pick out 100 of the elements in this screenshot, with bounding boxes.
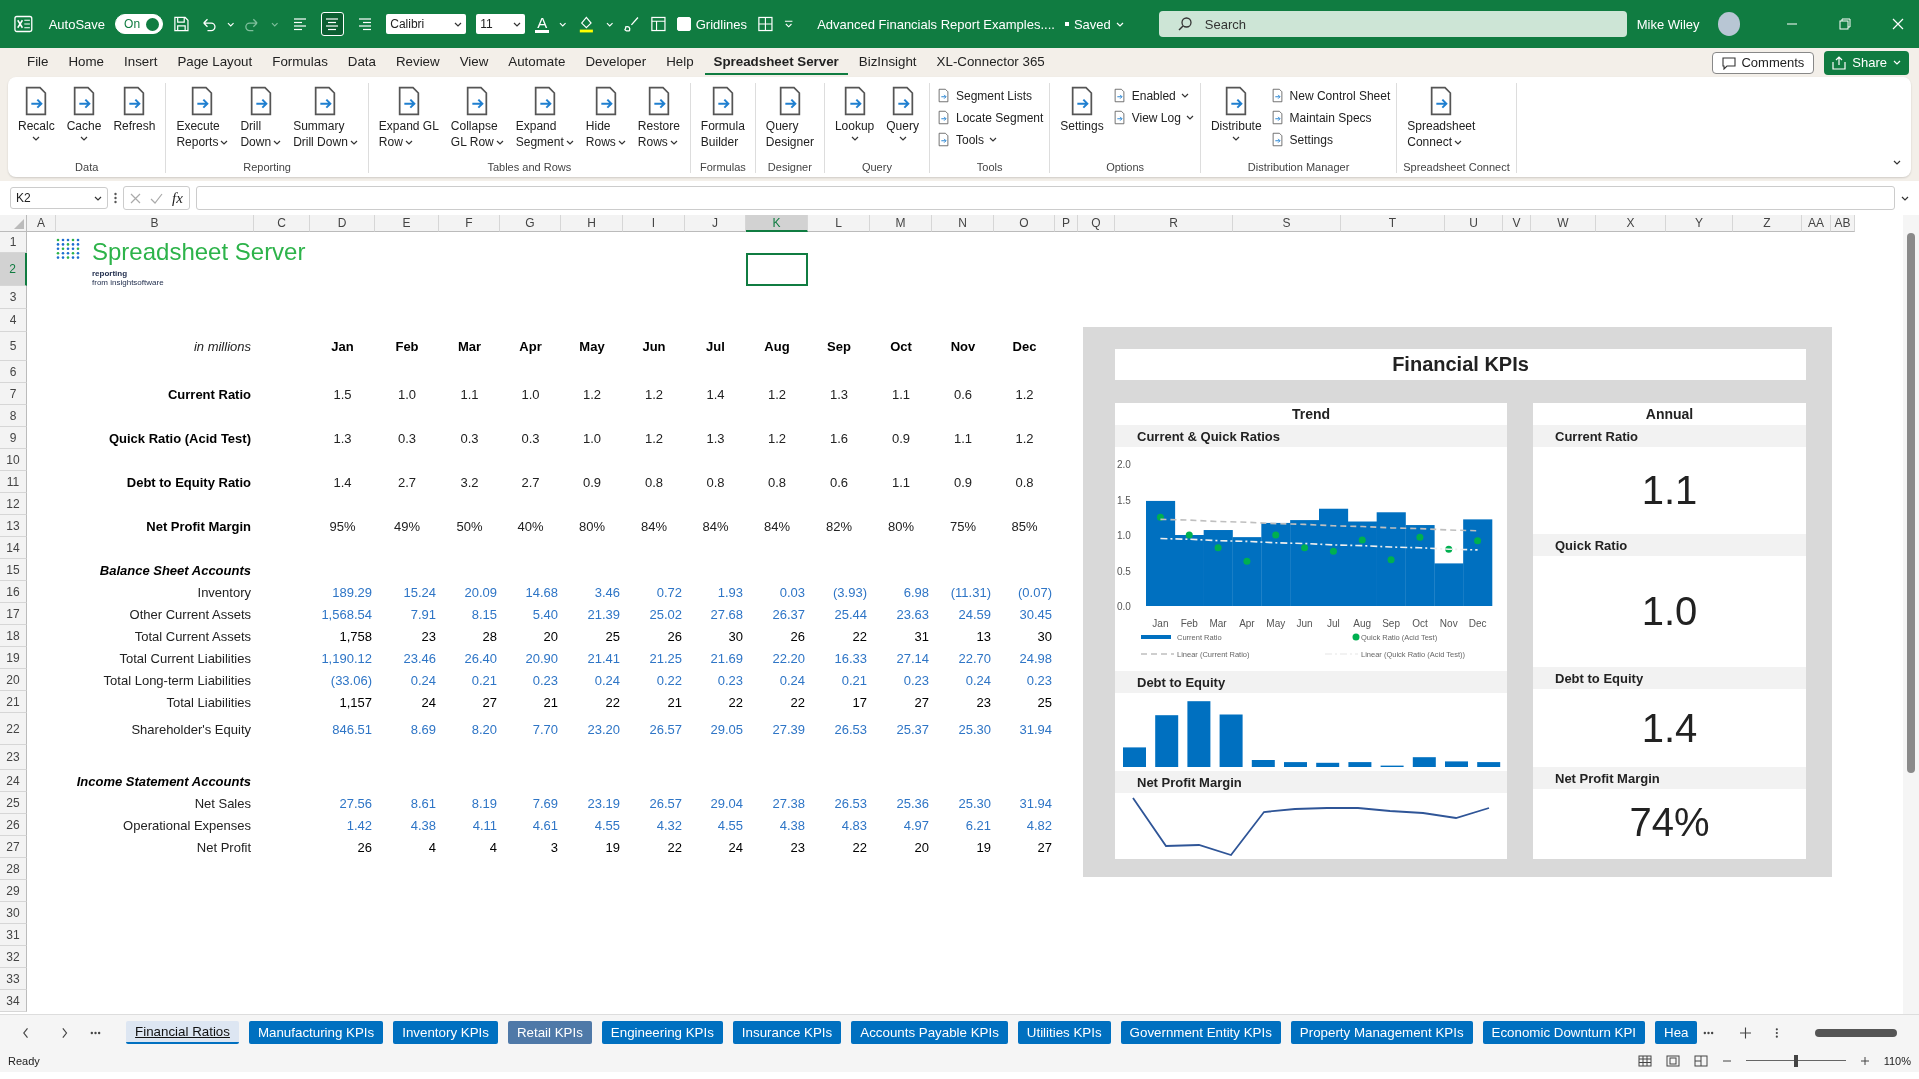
menu-tab[interactable]: Data bbox=[338, 50, 385, 75]
ribbon-button[interactable]: Maintain Specs bbox=[1269, 108, 1391, 127]
row-header[interactable]: 32 bbox=[0, 946, 27, 968]
column-header[interactable]: Q bbox=[1078, 215, 1115, 232]
column-header[interactable]: W bbox=[1531, 215, 1596, 232]
close-icon[interactable] bbox=[1891, 18, 1904, 30]
row-header[interactable]: 8 bbox=[0, 405, 27, 427]
zoom-in-icon[interactable] bbox=[1859, 1056, 1870, 1066]
row-header[interactable]: 10 bbox=[0, 449, 27, 471]
font-color-button[interactable]: A bbox=[535, 15, 550, 33]
borders-icon[interactable] bbox=[757, 15, 774, 33]
row-header[interactable]: 17 bbox=[0, 603, 27, 625]
row-header[interactable]: 9 bbox=[0, 427, 27, 449]
ribbon-button[interactable]: Formula Builder bbox=[696, 83, 749, 161]
formula-field[interactable] bbox=[195, 186, 1895, 210]
column-header[interactable]: V bbox=[1503, 215, 1531, 232]
table-icon[interactable] bbox=[649, 15, 667, 33]
column-header[interactable]: E bbox=[375, 215, 439, 232]
menu-tab[interactable]: Review bbox=[386, 50, 449, 75]
ribbon-button[interactable]: Hide Rows bbox=[581, 83, 630, 161]
column-header[interactable]: U bbox=[1445, 215, 1503, 232]
normal-view-icon[interactable] bbox=[1637, 1055, 1652, 1067]
sheet-tab[interactable]: Economic Downturn KPI bbox=[1482, 1021, 1645, 1044]
ribbon-button[interactable]: Drill Down bbox=[236, 83, 286, 161]
column-header[interactable]: K bbox=[746, 215, 808, 232]
column-header[interactable]: C bbox=[254, 215, 310, 232]
row-header[interactable]: 16 bbox=[0, 581, 27, 603]
ribbon-button[interactable]: Settings bbox=[1056, 83, 1108, 161]
ribbon-button[interactable]: Recalc bbox=[14, 83, 59, 161]
gridlines-checkbox[interactable] bbox=[676, 17, 691, 31]
column-header[interactable]: J bbox=[685, 215, 746, 232]
more-icon[interactable] bbox=[114, 192, 117, 204]
ribbon-button[interactable]: Distribute bbox=[1206, 83, 1266, 161]
row-header[interactable]: 6 bbox=[0, 361, 27, 383]
active-cell[interactable] bbox=[746, 253, 808, 286]
column-header[interactable]: Y bbox=[1666, 215, 1733, 232]
column-header[interactable]: X bbox=[1596, 215, 1666, 232]
ribbon-button[interactable]: Summary Drill Down bbox=[289, 83, 362, 161]
sheet-tab[interactable]: Manufacturing KPIs bbox=[248, 1021, 384, 1044]
column-header[interactable]: M bbox=[870, 215, 932, 232]
more-icon[interactable] bbox=[1775, 1026, 1780, 1039]
row-header[interactable]: 27 bbox=[0, 836, 27, 858]
row-header[interactable]: 24 bbox=[0, 770, 27, 792]
ribbon-button[interactable]: Execute Reports bbox=[172, 83, 233, 161]
font-size-field[interactable]: 11 bbox=[476, 14, 526, 34]
row-header[interactable]: 13 bbox=[0, 515, 27, 537]
ribbon-button[interactable]: Expand GL Row bbox=[374, 83, 443, 161]
row-header[interactable]: 23 bbox=[0, 745, 27, 770]
menu-tab[interactable]: Formulas bbox=[263, 50, 337, 75]
row-header[interactable]: 30 bbox=[0, 902, 27, 924]
row-header[interactable]: 7 bbox=[0, 383, 27, 405]
row-header[interactable]: 11 bbox=[0, 471, 27, 493]
ribbon-button[interactable]: Collapse GL Row bbox=[446, 83, 508, 161]
sheet-tab[interactable]: Accounts Payable KPIs bbox=[851, 1021, 1008, 1044]
column-header[interactable]: B bbox=[56, 215, 254, 232]
add-icon[interactable] bbox=[1740, 1026, 1752, 1039]
customize-icon[interactable] bbox=[783, 19, 794, 29]
row-header[interactable]: 1 bbox=[0, 232, 27, 253]
save-icon[interactable] bbox=[173, 15, 190, 33]
row-header[interactable]: 5 bbox=[0, 332, 27, 361]
ribbon-button[interactable]: Restore Rows bbox=[633, 83, 684, 161]
share-button[interactable]: Share bbox=[1824, 50, 1909, 75]
menu-tab[interactable]: Developer bbox=[576, 50, 656, 75]
row-header[interactable]: 26 bbox=[0, 814, 27, 836]
ribbon-button[interactable]: Cache bbox=[62, 83, 106, 161]
column-header[interactable]: D bbox=[310, 215, 375, 232]
vertical-scrollbar[interactable] bbox=[1903, 215, 1919, 1014]
column-header[interactable]: A bbox=[27, 215, 56, 232]
column-header[interactable]: P bbox=[1055, 215, 1078, 232]
sheet-tab[interactable]: Retail KPIs bbox=[507, 1021, 592, 1044]
menu-tab[interactable]: Insert bbox=[115, 50, 167, 75]
check-icon[interactable] bbox=[150, 192, 163, 204]
menu-tab[interactable]: Spreadsheet Server bbox=[704, 50, 848, 75]
column-header[interactable]: O bbox=[994, 215, 1055, 232]
column-header[interactable]: R bbox=[1115, 215, 1233, 232]
menu-tab[interactable]: File bbox=[18, 50, 58, 75]
menu-tab[interactable]: BizInsight bbox=[849, 50, 926, 75]
sheet-tab[interactable]: Government Entity KPIs bbox=[1120, 1021, 1281, 1044]
row-header[interactable]: 2 bbox=[0, 253, 27, 286]
restore-icon[interactable] bbox=[1838, 18, 1851, 30]
row-header[interactable]: 28 bbox=[0, 858, 27, 880]
row-header[interactable]: 18 bbox=[0, 625, 27, 647]
row-header[interactable]: 31 bbox=[0, 924, 27, 946]
autosave-toggle[interactable]: On bbox=[115, 14, 164, 34]
menu-tab[interactable]: Automate bbox=[499, 50, 575, 75]
more-icon[interactable] bbox=[89, 1030, 101, 1035]
ribbon-button[interactable]: New Control Sheet bbox=[1269, 86, 1391, 105]
zoom-slider[interactable] bbox=[1745, 1055, 1846, 1067]
sheet-tab[interactable]: Utilities KPIs bbox=[1017, 1021, 1111, 1044]
sheet-tab[interactable]: Financial Ratios bbox=[126, 1021, 239, 1044]
avatar[interactable] bbox=[1717, 12, 1741, 36]
more-icon[interactable] bbox=[1703, 1030, 1715, 1035]
ribbon-button[interactable]: Query bbox=[882, 83, 923, 161]
column-header[interactable]: AA bbox=[1802, 215, 1831, 232]
row-header[interactable]: 33 bbox=[0, 968, 27, 990]
name-box[interactable]: K2 bbox=[10, 187, 108, 209]
column-header[interactable]: G bbox=[500, 215, 561, 232]
column-header[interactable]: H bbox=[561, 215, 623, 232]
zoom-level[interactable]: 110% bbox=[1883, 1055, 1911, 1067]
menu-tab[interactable]: View bbox=[450, 50, 498, 75]
